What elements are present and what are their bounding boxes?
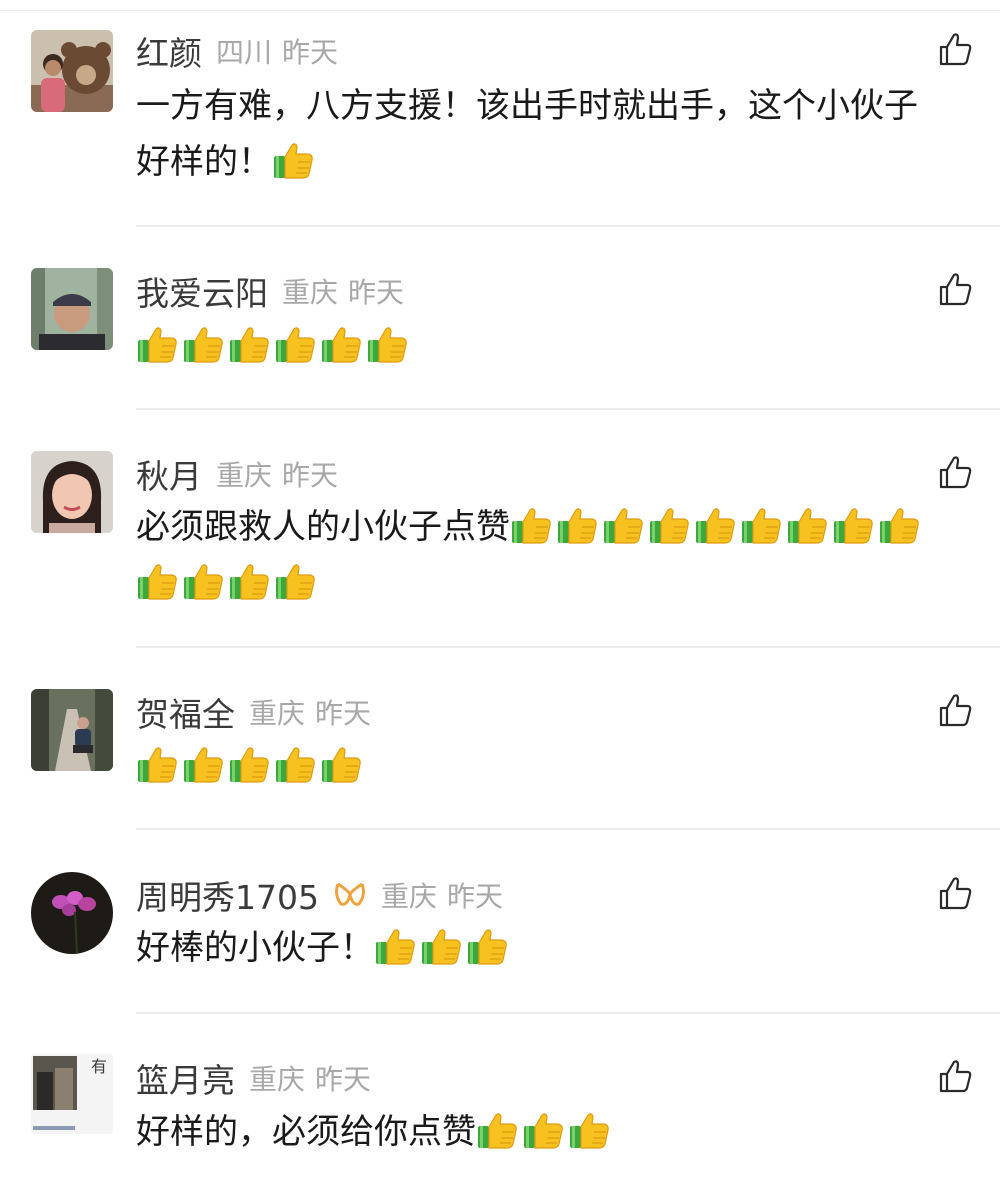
commenter-name[interactable]: 秋月 xyxy=(136,450,202,498)
comment-time: 昨天 xyxy=(348,276,405,309)
thumbs-up-outline-icon xyxy=(939,877,972,910)
thumbs-up-emoji-icon xyxy=(510,505,554,545)
thumbs-up-emoji-icon xyxy=(136,324,180,364)
avatar[interactable] xyxy=(31,689,113,771)
avatar[interactable] xyxy=(31,30,113,112)
thumbs-up-emoji-icon xyxy=(832,505,876,545)
avatar-photo-text-icon: 有 xyxy=(31,1054,113,1134)
thumbs-up-emoji-icon xyxy=(182,324,226,364)
comment-location: 重庆 xyxy=(216,459,273,492)
avatar-photo-park-icon xyxy=(31,689,113,771)
comment-location: 重庆 xyxy=(249,697,306,730)
comment-time: 昨天 xyxy=(447,880,504,913)
commenter-name[interactable]: 贺福全 xyxy=(136,688,235,736)
comment-time: 昨天 xyxy=(282,459,339,492)
divider xyxy=(136,646,1000,648)
thumbs-up-emoji-icon xyxy=(320,744,364,784)
thumbs-up-emoji-icon xyxy=(136,744,180,784)
thumbs-up-emoji-icon xyxy=(420,926,464,966)
comment-body: 好棒的小伙子！ xyxy=(136,928,374,968)
thumbs-up-emoji-icon xyxy=(228,744,272,784)
commenter-name[interactable]: 红颜 xyxy=(136,27,202,75)
thumbs-up-emoji-icon xyxy=(522,1110,566,1150)
comment-time: 昨天 xyxy=(315,697,372,730)
avatar[interactable] xyxy=(31,451,113,533)
commenter-name[interactable]: 篮月亮 xyxy=(136,1054,235,1102)
thumbs-emoji-group xyxy=(136,746,366,786)
divider xyxy=(136,1012,1000,1014)
comment-time: 昨天 xyxy=(282,36,339,69)
comment-text xyxy=(136,318,936,374)
thumbs-emoji-group xyxy=(476,1112,614,1152)
divider xyxy=(136,408,1000,410)
thumbs-up-emoji-icon xyxy=(182,561,226,601)
thumbs-up-emoji-icon xyxy=(740,505,784,545)
thumbs-up-emoji-icon xyxy=(366,324,410,364)
commenter-name[interactable]: 我爱云阳 xyxy=(136,267,268,315)
like-button[interactable] xyxy=(936,453,974,491)
comment-location: 重庆 xyxy=(380,880,437,913)
thumbs-up-outline-icon xyxy=(939,694,972,727)
thumbs-emoji-group xyxy=(374,928,512,968)
thumbs-up-emoji-icon xyxy=(228,324,272,364)
avatar[interactable]: 有 xyxy=(31,1054,113,1134)
commenter-name[interactable]: 周明秀1705 xyxy=(136,871,319,919)
comment-location: 重庆 xyxy=(249,1063,306,1096)
thumbs-up-emoji-icon xyxy=(274,561,318,601)
top-divider xyxy=(0,10,1000,11)
divider xyxy=(136,225,1000,227)
thumbs-up-emoji-icon xyxy=(648,505,692,545)
comment-body: 好样的，必须给你点赞 xyxy=(136,1112,476,1152)
thumbs-up-emoji-icon xyxy=(320,324,364,364)
thumbs-up-emoji-icon xyxy=(466,926,510,966)
thumbs-up-emoji-icon xyxy=(182,744,226,784)
like-button[interactable] xyxy=(936,30,974,68)
thumbs-up-emoji-icon xyxy=(136,561,180,601)
comment-text: 好棒的小伙子！ xyxy=(136,920,936,976)
avatar-photo-bear-icon xyxy=(31,30,113,112)
thumbs-up-outline-icon xyxy=(939,273,972,306)
avatar[interactable] xyxy=(31,268,113,350)
comment-text: 必须跟救人的小伙子点赞 xyxy=(136,499,966,611)
thumbs-up-emoji-icon xyxy=(602,505,646,545)
thumbs-up-outline-icon xyxy=(939,1060,972,1093)
thumbs-up-emoji-icon xyxy=(274,744,318,784)
thumbs-up-emoji-icon xyxy=(272,140,316,180)
avatar-photo-woman-icon xyxy=(31,451,113,533)
comment-body: 必须跟救人的小伙子点赞 xyxy=(136,507,510,547)
comment-text: 好样的，必须给你点赞 xyxy=(136,1104,936,1160)
like-button[interactable] xyxy=(936,691,974,729)
like-button[interactable] xyxy=(936,874,974,912)
divider xyxy=(136,828,1000,830)
comment-text xyxy=(136,738,936,794)
thumbs-up-emoji-icon xyxy=(274,324,318,364)
orange-ribbon-badge-icon xyxy=(333,880,367,910)
comment-location: 重庆 xyxy=(282,276,339,309)
like-button[interactable] xyxy=(936,270,974,308)
comment-text: 一方有难，八方支援！该出手时就出手，这个小伙子好样的！ xyxy=(136,78,936,190)
comment-location: 四川 xyxy=(216,36,273,69)
svg-text:有: 有 xyxy=(91,1057,107,1076)
thumbs-emoji-group xyxy=(136,326,412,366)
thumbs-up-emoji-icon xyxy=(694,505,738,545)
thumbs-up-emoji-icon xyxy=(786,505,830,545)
thumbs-up-emoji-icon xyxy=(228,561,272,601)
avatar[interactable] xyxy=(31,872,113,954)
thumbs-up-outline-icon xyxy=(939,33,972,66)
comment-time: 昨天 xyxy=(315,1063,372,1096)
thumbs-up-emoji-icon xyxy=(374,926,418,966)
avatar-orchid-icon xyxy=(31,872,113,954)
thumbs-up-outline-icon xyxy=(939,456,972,489)
thumbs-up-emoji-icon xyxy=(476,1110,520,1150)
avatar-photo-man-icon xyxy=(31,268,113,350)
thumbs-up-emoji-icon xyxy=(878,505,922,545)
thumbs-up-emoji-icon xyxy=(556,505,600,545)
thumbs-emoji-group xyxy=(272,142,318,182)
like-button[interactable] xyxy=(936,1057,974,1095)
comment-body: 一方有难，八方支援！该出手时就出手，这个小伙子好样的！ xyxy=(136,86,918,182)
thumbs-up-emoji-icon xyxy=(568,1110,612,1150)
